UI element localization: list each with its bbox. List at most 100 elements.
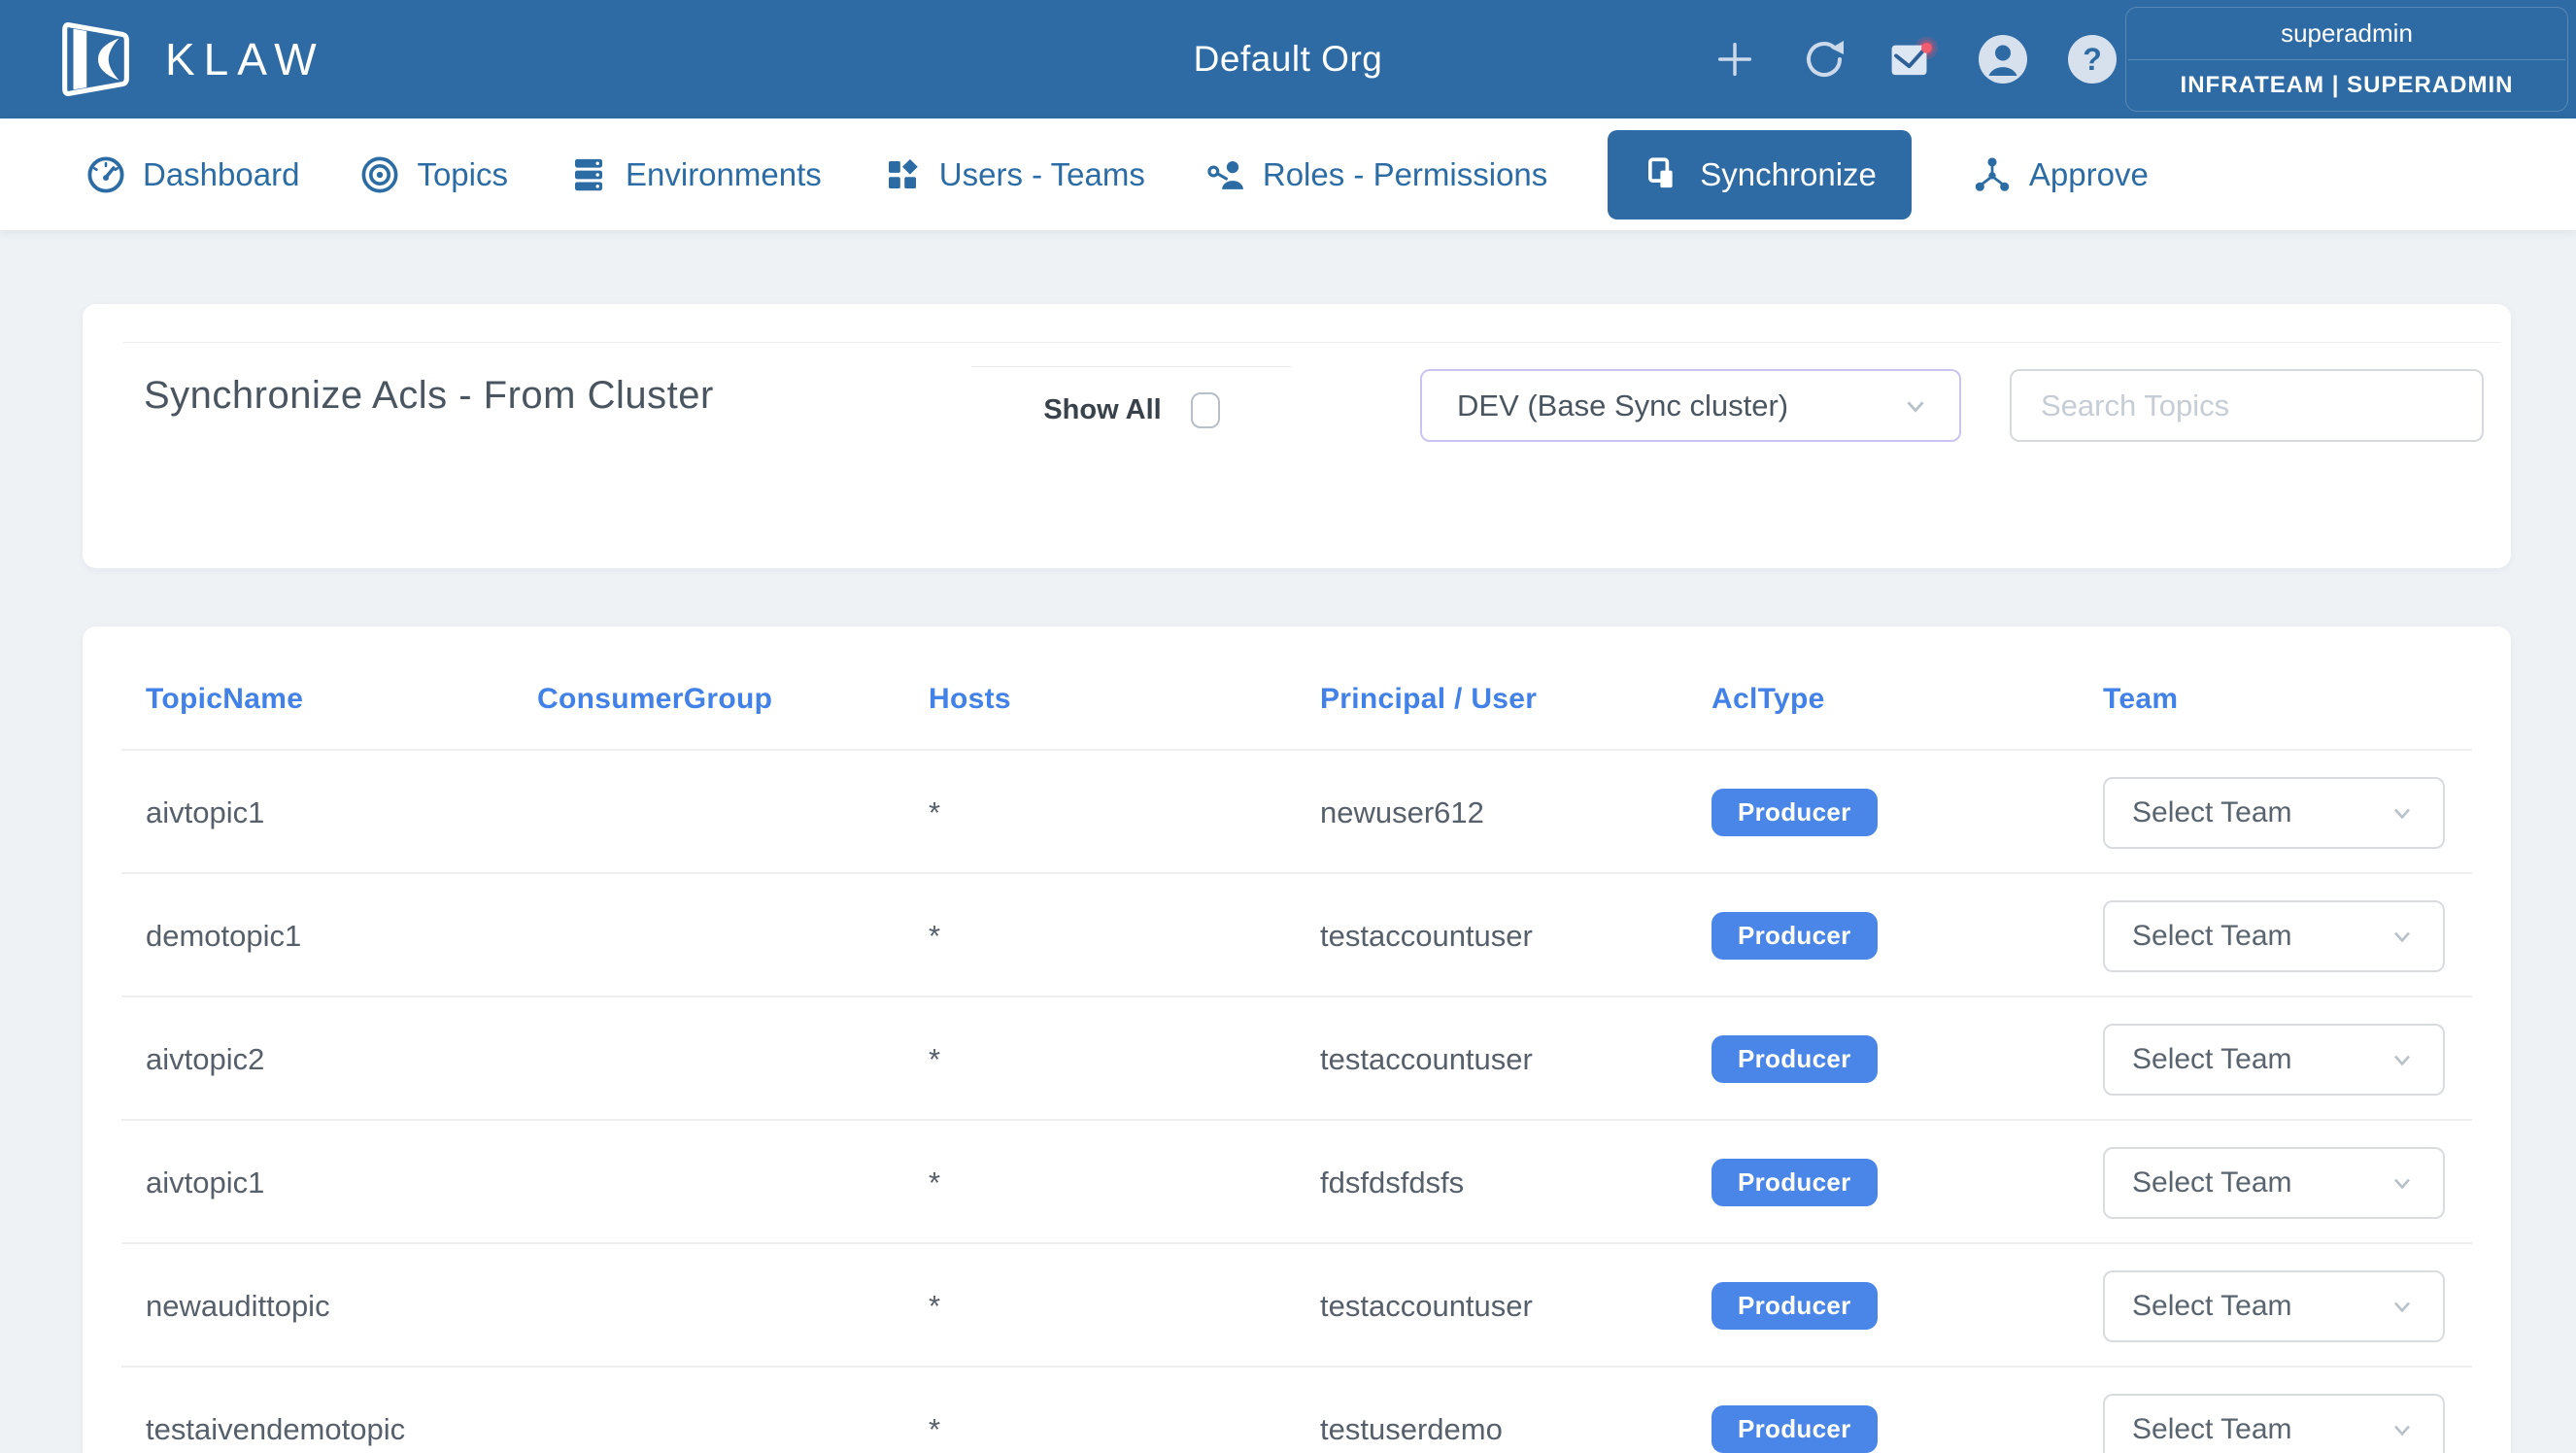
team-cell: Select Team bbox=[2103, 900, 2457, 972]
acl-type-cell: Producer bbox=[1712, 1282, 2103, 1330]
topic-name: aivtopic1 bbox=[146, 1166, 537, 1200]
user-icon[interactable] bbox=[1978, 34, 2028, 84]
refresh-icon[interactable] bbox=[1799, 34, 1849, 84]
acl-type-cell: Producer bbox=[1712, 1405, 2103, 1453]
filters-card: Synchronize Acls - From Cluster Show All… bbox=[83, 304, 2511, 568]
show-all-label: Show All bbox=[1043, 394, 1161, 426]
cluster-select[interactable]: DEV (Base Sync cluster) bbox=[1420, 369, 1961, 442]
table-header-row: TopicNameConsumerGroupHostsPrincipal / U… bbox=[83, 626, 2511, 751]
acl-table-card: TopicNameConsumerGroupHostsPrincipal / U… bbox=[83, 626, 2511, 1453]
nav-item-approve[interactable]: Approve bbox=[1972, 154, 2149, 195]
column-header-hosts: Hosts bbox=[929, 683, 1320, 716]
team-select[interactable]: Select Team bbox=[2103, 777, 2445, 849]
nav-item-synchronize[interactable]: Synchronize bbox=[1608, 130, 1912, 220]
hosts: * bbox=[929, 919, 1320, 954]
principal-user: testuserdemo bbox=[1320, 1412, 1712, 1447]
hosts: * bbox=[929, 1289, 1320, 1324]
chevron-down-icon bbox=[2389, 923, 2416, 950]
klaw-logo-icon bbox=[51, 14, 142, 105]
column-header-topicname: TopicName bbox=[146, 683, 537, 716]
table-row: demotopic1 *testaccountuserProducer Select… bbox=[83, 874, 2511, 997]
chevron-down-icon bbox=[1901, 391, 1930, 421]
main-nav: Dashboard Topics Environments Users - Teams… bbox=[0, 118, 2576, 230]
team-select[interactable]: Select Team bbox=[2103, 900, 2445, 972]
acl-type-cell: Producer bbox=[1712, 789, 2103, 836]
top-action-icons: ? bbox=[1710, 0, 2118, 118]
show-all-control: Show All bbox=[971, 366, 1292, 428]
team-select-value: Select Team bbox=[2132, 920, 2292, 953]
cluster-select-value: DEV (Base Sync cluster) bbox=[1457, 389, 1788, 423]
team-select[interactable]: Select Team bbox=[2103, 1024, 2445, 1096]
team-cell: Select Team bbox=[2103, 777, 2457, 849]
username: superadmin bbox=[2126, 8, 2567, 59]
plus-icon[interactable] bbox=[1710, 34, 1760, 84]
mail-icon[interactable] bbox=[1888, 34, 1939, 84]
table-body: aivtopic1*newuser612ProducerSelect Teamd… bbox=[83, 751, 2511, 1453]
brand[interactable]: KLAW bbox=[51, 0, 325, 118]
team-cell: Select Team bbox=[2103, 1394, 2457, 1453]
principal-user: newuser612 bbox=[1320, 795, 1712, 830]
team-select-value: Select Team bbox=[2132, 796, 2292, 829]
team-select[interactable]: Select Team bbox=[2103, 1270, 2445, 1342]
synchronize-icon bbox=[1643, 154, 1683, 195]
team-cell: Select Team bbox=[2103, 1024, 2457, 1096]
topic-name: newaudittopic bbox=[146, 1289, 537, 1324]
principal-user: testaccountuser bbox=[1320, 1289, 1712, 1324]
acl-type-badge: Producer bbox=[1712, 789, 1878, 836]
column-header-team: Team bbox=[2103, 683, 2457, 716]
svg-text:?: ? bbox=[2083, 42, 2102, 77]
nav-item-environments[interactable]: Environments bbox=[568, 154, 822, 195]
filters-top-rule bbox=[123, 342, 2501, 343]
nav-item-topics[interactable]: Topics bbox=[359, 154, 508, 195]
table-row: newaudittopic *testaccountuserProducer Sel… bbox=[83, 1244, 2511, 1368]
acl-type-badge: Producer bbox=[1712, 1035, 1878, 1083]
users-teams-icon bbox=[882, 154, 923, 195]
nav-item-roles-permissions[interactable]: Roles - Permissions bbox=[1205, 154, 1547, 195]
acl-type-cell: Producer bbox=[1712, 1035, 2103, 1083]
nav-item-label: Environments bbox=[626, 156, 822, 193]
team-role: INFRATEAM | SUPERADMIN bbox=[2126, 60, 2567, 112]
nav-item-users-teams[interactable]: Users - Teams bbox=[882, 154, 1145, 195]
chevron-down-icon bbox=[2389, 799, 2416, 827]
topic-name: aivtopic1 bbox=[146, 795, 537, 830]
team-cell: Select Team bbox=[2103, 1270, 2457, 1342]
chevron-down-icon bbox=[2389, 1416, 2416, 1443]
chevron-down-icon bbox=[2389, 1293, 2416, 1320]
team-select[interactable]: Select Team bbox=[2103, 1394, 2445, 1453]
show-all-checkbox[interactable] bbox=[1191, 392, 1220, 428]
table-row: testaivendemotopic*testuserdemoProducerS… bbox=[83, 1368, 2511, 1453]
acl-type-badge: Producer bbox=[1712, 1405, 1878, 1453]
help-icon[interactable]: ? bbox=[2067, 34, 2118, 84]
search-topics-input[interactable] bbox=[2010, 369, 2484, 442]
approve-icon bbox=[1972, 154, 2013, 195]
principal-user: testaccountuser bbox=[1320, 919, 1712, 954]
column-header-principal-user: Principal / User bbox=[1320, 683, 1712, 716]
table-row: aivtopic2*testaccountuserProducerSelect … bbox=[83, 997, 2511, 1121]
acl-type-cell: Producer bbox=[1712, 1159, 2103, 1206]
column-header-consumergroup: ConsumerGroup bbox=[537, 683, 929, 716]
team-select-value: Select Team bbox=[2132, 1413, 2292, 1446]
topic-name: demotopic1 bbox=[146, 919, 537, 954]
team-select-value: Select Team bbox=[2132, 1290, 2292, 1323]
roles-permissions-icon bbox=[1205, 154, 1246, 195]
hosts: * bbox=[929, 795, 1320, 830]
top-header: KLAW Default Org ? superadmin INFRATEAM … bbox=[0, 0, 2576, 118]
nav-item-dashboard[interactable]: Dashboard bbox=[85, 154, 299, 195]
user-menu[interactable]: superadmin INFRATEAM | SUPERADMIN bbox=[2125, 7, 2568, 112]
principal-user: fdsfdsfdsfs bbox=[1320, 1166, 1712, 1200]
topics-icon bbox=[359, 154, 400, 195]
topic-name: aivtopic2 bbox=[146, 1042, 537, 1077]
team-select-value: Select Team bbox=[2132, 1166, 2292, 1200]
dashboard-icon bbox=[85, 154, 126, 195]
acl-type-badge: Producer bbox=[1712, 912, 1878, 960]
nav-item-label: Roles - Permissions bbox=[1263, 156, 1547, 193]
team-select[interactable]: Select Team bbox=[2103, 1147, 2445, 1219]
team-cell: Select Team bbox=[2103, 1147, 2457, 1219]
acl-type-badge: Producer bbox=[1712, 1159, 1878, 1206]
acl-type-cell: Producer bbox=[1712, 912, 2103, 960]
team-select-value: Select Team bbox=[2132, 1043, 2292, 1076]
hosts: * bbox=[929, 1166, 1320, 1200]
acl-type-badge: Producer bbox=[1712, 1282, 1878, 1330]
org-title: Default Org bbox=[1194, 39, 1383, 80]
environments-icon bbox=[568, 154, 609, 195]
